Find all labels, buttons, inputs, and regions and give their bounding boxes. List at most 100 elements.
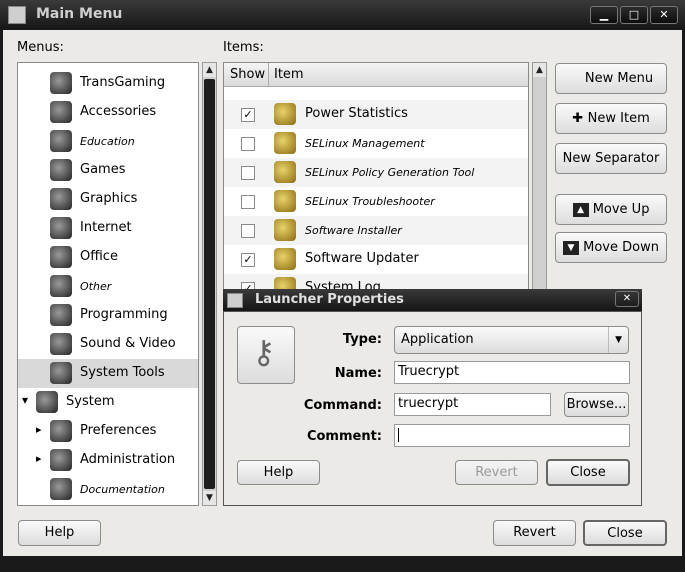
internet-icon xyxy=(50,217,72,239)
item-row-label: SELinux Policy Generation Tool xyxy=(305,166,475,179)
show-checkbox[interactable]: ✓ xyxy=(241,108,255,122)
app-menu-icon[interactable] xyxy=(8,6,26,24)
item-row[interactable]: ✓ Software Updater xyxy=(224,245,528,274)
item-row-label: Software Installer xyxy=(305,224,402,237)
show-checkbox[interactable]: ✓ xyxy=(241,253,255,267)
scroll-thumb[interactable] xyxy=(204,79,215,489)
name-label: Name: xyxy=(334,366,382,381)
minimize-icon[interactable]: ▁ xyxy=(590,6,618,24)
dialog-close-icon[interactable]: ✕ xyxy=(615,291,639,307)
type-value: Application xyxy=(401,332,474,347)
revert-label: Revert xyxy=(513,525,556,540)
help-button[interactable]: Help xyxy=(18,520,101,546)
menu-tree-item-label: System xyxy=(66,394,115,409)
games-icon xyxy=(50,159,72,181)
menu-tree-item[interactable]: System Tools xyxy=(18,359,198,388)
other-icon xyxy=(50,275,72,297)
command-field[interactable]: truecrypt xyxy=(394,393,551,416)
launcher-icon-button[interactable]: ⚷ xyxy=(237,326,295,384)
documentation-icon xyxy=(50,478,72,500)
arrow-up-icon: ▲ xyxy=(572,202,589,217)
menu-tree-item-label: Office xyxy=(80,249,118,264)
close-button[interactable]: Close xyxy=(583,520,667,546)
dialog-close-label: Close xyxy=(570,465,606,480)
maximize-icon[interactable]: □ xyxy=(620,6,648,24)
dialog-help-button[interactable]: Help xyxy=(237,460,320,485)
help-label: Help xyxy=(44,525,75,540)
type-select[interactable]: Application ▼ xyxy=(394,326,629,354)
menu-tree-item[interactable]: ▸ Administration xyxy=(18,446,198,475)
menu-tree-item-label: Documentation xyxy=(80,483,165,496)
scroll-up-icon[interactable]: ▲ xyxy=(533,63,546,77)
items-table[interactable]: Show Item ✓ Power Statistics SELinux Manag… xyxy=(223,62,529,302)
browse-label: Browse... xyxy=(566,397,627,412)
scroll-up-icon[interactable]: ▲ xyxy=(203,63,216,77)
item-row[interactable]: SELinux Policy Generation Tool xyxy=(224,158,528,187)
item-icon xyxy=(274,219,296,241)
new-menu-label: New Menu xyxy=(584,71,654,86)
dialog-title: Launcher Properties xyxy=(255,292,404,307)
menu-tree-item[interactable]: Internet xyxy=(18,214,198,243)
menu-tree-item[interactable]: Accessories xyxy=(18,98,198,127)
menu-tree-item[interactable]: Documentation xyxy=(18,475,198,504)
menu-tree-item[interactable]: Office xyxy=(18,243,198,272)
revert-button[interactable]: Revert xyxy=(493,520,576,546)
name-field[interactable]: Truecrypt xyxy=(394,361,630,384)
column-header-item[interactable]: Item xyxy=(274,67,304,82)
item-row-label: SELinux Management xyxy=(305,137,425,150)
item-row[interactable]: SELinux Management xyxy=(224,129,528,158)
item-row[interactable]: ✓ Power Statistics xyxy=(224,100,528,129)
programming-icon xyxy=(50,304,72,326)
menu-tree-item-label: Internet xyxy=(80,220,132,235)
dialog-revert-button[interactable]: Revert xyxy=(455,460,538,485)
sound-video-icon xyxy=(50,333,72,355)
item-row[interactable]: Software Installer xyxy=(224,216,528,245)
menu-tree-item[interactable]: Graphics xyxy=(18,185,198,214)
browse-button[interactable]: Browse... xyxy=(564,392,629,417)
menu-tree-item[interactable]: TransGaming xyxy=(18,69,198,98)
dialog-close-button[interactable]: Close xyxy=(546,459,630,486)
items-scrollbar[interactable]: ▲ xyxy=(532,62,547,294)
menu-tree-item-label: Graphics xyxy=(80,191,138,206)
comment-field[interactable] xyxy=(394,424,630,447)
launcher-properties-dialog: ⚷ Type: Application ▼ Name: Truecrypt Co… xyxy=(223,311,642,506)
expander-icon[interactable]: ▸ xyxy=(36,452,42,465)
show-checkbox[interactable] xyxy=(241,166,255,180)
new-item-button[interactable]: ✚ New Item xyxy=(555,103,667,134)
menus-scrollbar[interactable]: ▲ ▼ xyxy=(202,62,217,506)
items-table-header: Show Item xyxy=(224,63,528,87)
column-header-show[interactable]: Show xyxy=(230,67,265,82)
menu-tree-item[interactable]: Other xyxy=(18,272,198,301)
item-icon xyxy=(274,190,296,212)
menu-tree-item[interactable]: ▾ System xyxy=(18,388,198,417)
menu-tree-item[interactable]: Games xyxy=(18,156,198,185)
office-icon xyxy=(50,246,72,268)
new-item-label: New Item xyxy=(587,111,650,126)
items-label: Items: xyxy=(223,40,264,55)
move-down-button[interactable]: ▼ Move Down xyxy=(555,232,667,263)
preferences-icon xyxy=(50,420,72,442)
close-label: Close xyxy=(607,526,643,541)
show-checkbox[interactable] xyxy=(241,224,255,238)
move-down-label: Move Down xyxy=(583,240,659,255)
chevron-down-icon: ▼ xyxy=(608,327,622,353)
menu-tree-item[interactable]: Education xyxy=(18,127,198,156)
scroll-down-icon[interactable]: ▼ xyxy=(203,491,216,505)
show-checkbox[interactable] xyxy=(241,195,255,209)
expander-icon[interactable]: ▸ xyxy=(36,423,42,436)
administration-icon xyxy=(50,449,72,471)
show-checkbox[interactable] xyxy=(241,137,255,151)
close-icon[interactable]: ✕ xyxy=(650,6,678,24)
menu-tree-item[interactable]: Sound & Video xyxy=(18,330,198,359)
menu-tree-item[interactable]: Programming xyxy=(18,301,198,330)
item-row[interactable]: SELinux Troubleshooter xyxy=(224,187,528,216)
menu-tree-item-label: System Tools xyxy=(80,365,165,380)
item-icon xyxy=(274,161,296,183)
new-separator-button[interactable]: New Separator xyxy=(555,143,667,174)
menu-tree-item[interactable]: ▸ Preferences xyxy=(18,417,198,446)
move-up-button[interactable]: ▲ Move Up xyxy=(555,194,667,225)
menus-tree[interactable]: TransGaming Accessories Education Games Grap… xyxy=(17,62,199,506)
expander-icon[interactable]: ▾ xyxy=(22,393,28,407)
text-cursor xyxy=(398,427,399,442)
new-menu-button[interactable]: New Menu xyxy=(555,63,667,94)
